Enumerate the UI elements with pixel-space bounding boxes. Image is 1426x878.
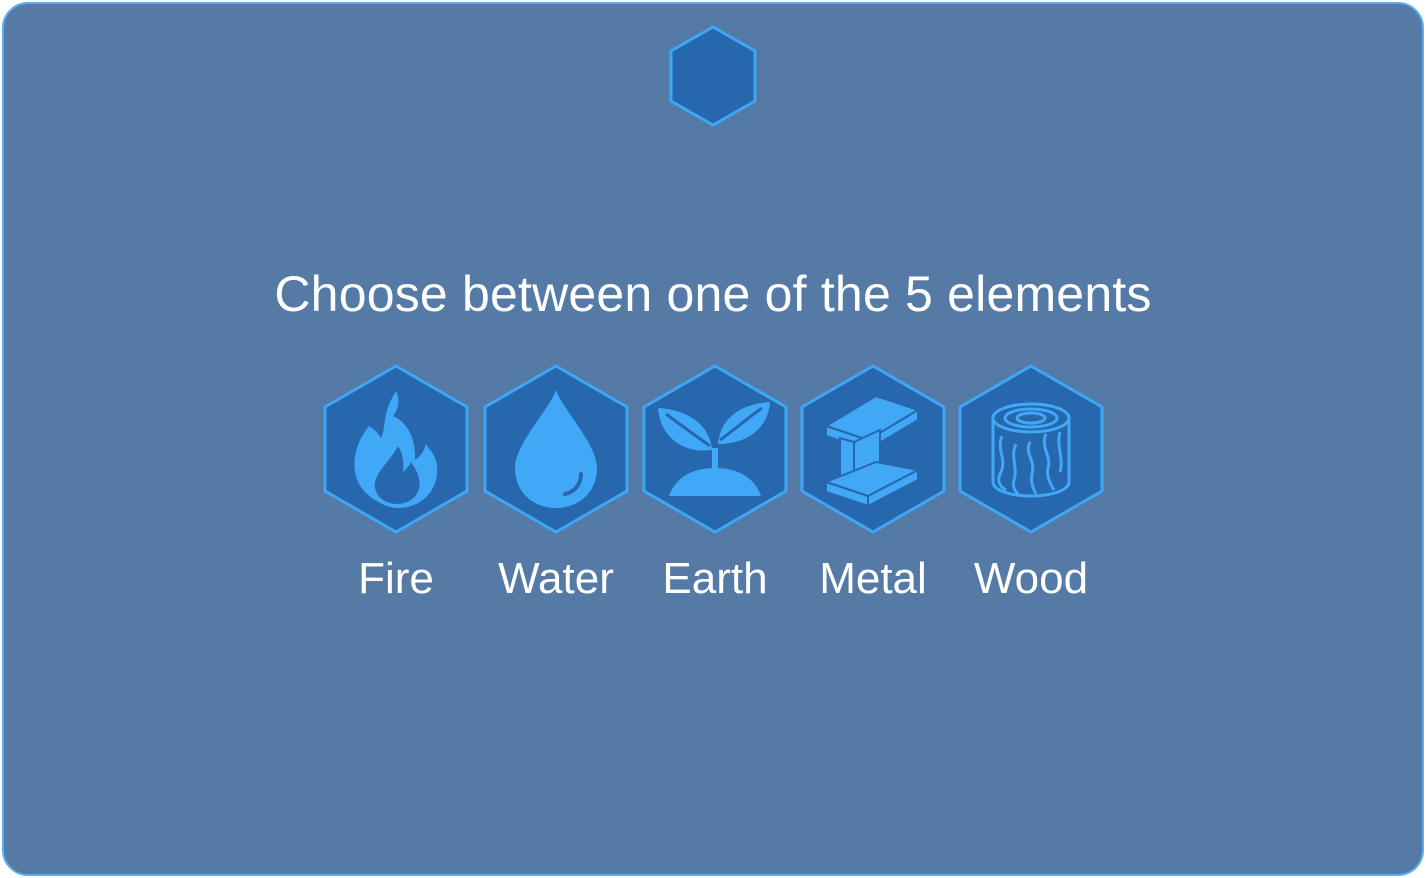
element-option-fire[interactable]: Fire	[321, 364, 471, 604]
element-option-water[interactable]: Water	[481, 364, 631, 604]
earth-hexagon-button[interactable]	[640, 364, 790, 534]
water-hexagon-button[interactable]	[481, 364, 631, 534]
metal-hexagon-button[interactable]	[798, 364, 948, 534]
element-option-wood[interactable]: Wood	[956, 364, 1106, 604]
wood-hexagon-button[interactable]	[956, 364, 1106, 534]
top-hexagon-marker	[669, 25, 757, 127]
fire-hexagon-button[interactable]	[321, 364, 471, 534]
page-title: Choose between one of the 5 elements	[274, 266, 1152, 322]
element-label: Wood	[973, 554, 1089, 603]
element-option-metal[interactable]: Metal	[798, 364, 948, 604]
element-option-earth[interactable]: Earth	[640, 364, 790, 604]
